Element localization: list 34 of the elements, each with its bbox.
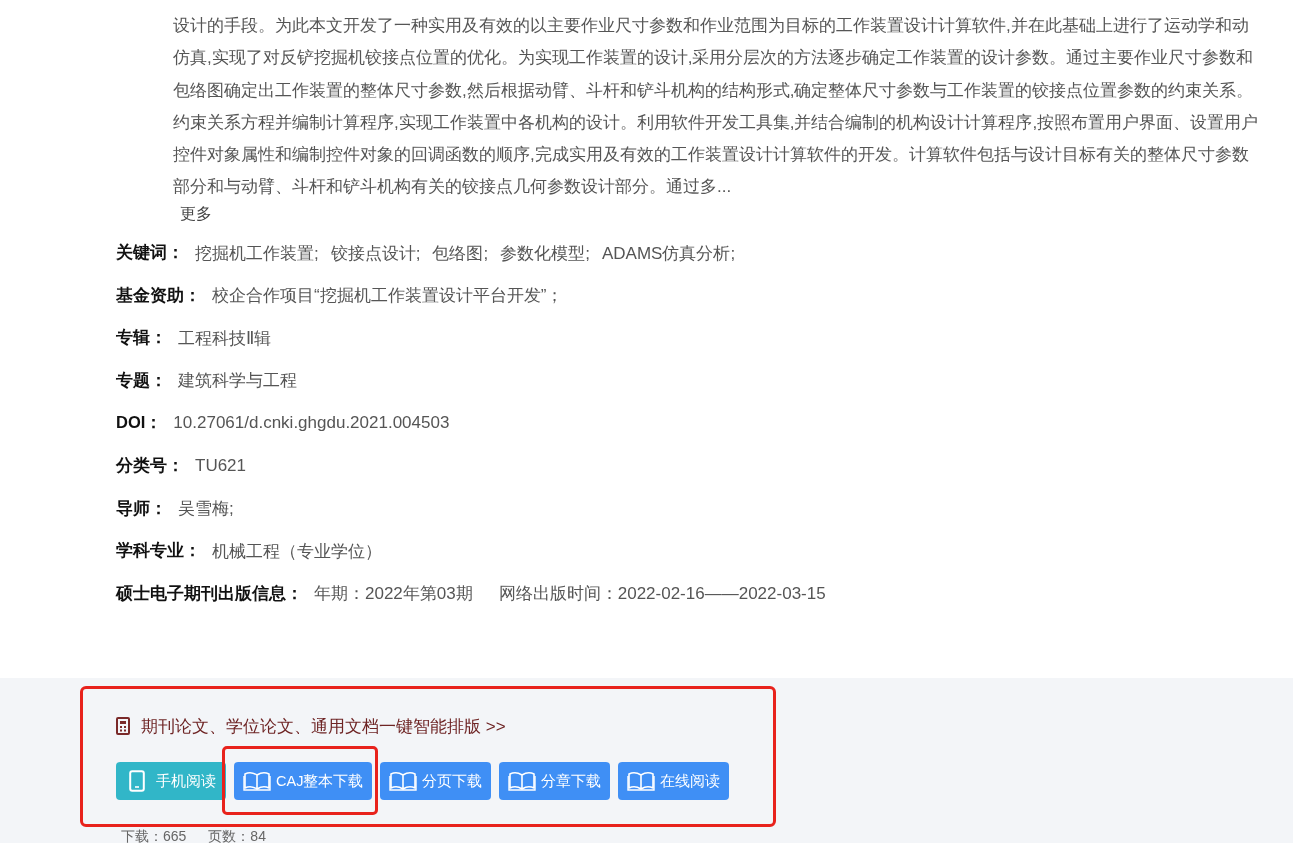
field-label: 关键词： xyxy=(116,242,184,264)
keyword-link[interactable]: ADAMS仿真分析; xyxy=(601,241,736,265)
keyword-link[interactable]: 铰接点设计; xyxy=(330,241,421,265)
abstract-text: 设计的手段。为此本文开发了一种实用及有效的以主要作业尺寸参数和作业范围为目标的工作装置设计计算软件,并在此基础上进行了运动学和动 仿真,实现了对反铲挖掘机铰接点位置的优化。为实现工作装置的设计,采用分层次的方法逐步确定工作装置的设计参数。通过主要作业尺寸参数和 包络图确定出工作装置的整体尺寸参数,然后根据动臂、斗杆和铲斗机构的结构形式,确定整体尺寸参数与工作装置的铰接点位置参数的约束关系。 约束关系方程并编制计算程序,实现工作装置中各机构的设计。利用软件开发工具集,并结合编制的机构设计计算程序,按照布置用户界面、设置用户 控件对象属性和编制控件对象的回调函数的顺序,完成实用及有效的工作装置设计计算软件的开发。计算软件包括与设计目标有关的整体尺寸参数 部分和与动臂、斗杆和铲斗机构有关的铰接点几何参数设计部分。通过多... xyxy=(173,15,1259,199)
field-value: 建筑科学与工程 xyxy=(178,370,297,393)
open-book-icon xyxy=(508,771,537,792)
open-book-icon xyxy=(243,771,271,792)
promo-link[interactable]: 期刊论文、学位论文、通用文档一键智能排版 >> xyxy=(141,714,506,738)
stat-text: 下载：665 xyxy=(121,828,187,843)
keyword-link[interactable]: 挖掘机工作装置; xyxy=(195,241,319,265)
keyword-link[interactable]: 参数化模型; xyxy=(500,241,590,265)
field-label: 导师： xyxy=(116,497,167,519)
keyword-link[interactable]: 包络图; xyxy=(432,241,489,265)
field-value: 机械工程（专业学位） xyxy=(212,540,382,563)
more-link[interactable]: 更多 xyxy=(180,203,212,224)
stat-text: 页数：84 xyxy=(208,828,266,843)
field-value: 吴雪梅; xyxy=(178,498,234,521)
field-label: DOI： xyxy=(116,412,163,434)
field-label: 专题： xyxy=(116,369,167,391)
calculator-icon xyxy=(116,717,130,736)
field-value: 10.27061/d.cnki.ghgdu.2021.004503 xyxy=(173,413,450,434)
field-label: 学科专业： xyxy=(116,540,201,562)
field-value: 工程科技Ⅱ辑 xyxy=(178,327,272,350)
field-value: 网络出版时间：2022-02-16——2022-03-15 xyxy=(498,583,826,606)
field-value: 校企合作项目“挖掘机工作装置设计平台开发”； xyxy=(212,285,564,308)
field-label: 分类号： xyxy=(116,455,184,477)
field-label: 硕士电子期刊出版信息： xyxy=(116,582,303,604)
field-value: TU621 xyxy=(195,456,247,477)
open-book-icon xyxy=(627,771,656,792)
field-label: 基金资助： xyxy=(116,284,201,306)
open-book-icon xyxy=(389,771,418,792)
field-label: 专辑： xyxy=(116,327,167,349)
field-value: 年期：2022年第03期 xyxy=(314,583,473,606)
phone-icon xyxy=(129,770,145,793)
